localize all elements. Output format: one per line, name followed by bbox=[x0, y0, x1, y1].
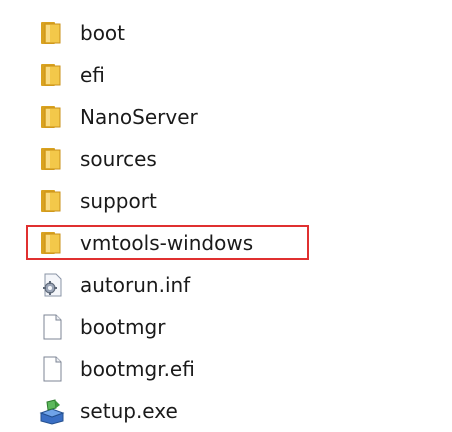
file-name: boot bbox=[80, 21, 126, 45]
file-name: efi bbox=[80, 63, 105, 87]
file-item-autorun-inf[interactable]: autorun.inf bbox=[38, 264, 438, 306]
file-name: autorun.inf bbox=[80, 273, 191, 297]
file-item-nanoserver[interactable]: NanoServer bbox=[38, 96, 438, 138]
file-name: sources bbox=[80, 147, 157, 171]
file-item-bootmgr[interactable]: bootmgr bbox=[38, 306, 438, 348]
folder-icon bbox=[38, 103, 66, 131]
file-name: bootmgr bbox=[80, 315, 166, 339]
setup-exe-icon bbox=[38, 397, 66, 425]
file-item-bootmgr-efi[interactable]: bootmgr.efi bbox=[38, 348, 438, 390]
blank-file-icon bbox=[38, 313, 66, 341]
file-name: NanoServer bbox=[80, 105, 198, 129]
folder-icon bbox=[38, 145, 66, 173]
file-item-boot[interactable]: boot bbox=[38, 12, 438, 54]
file-name: vmtools-windows bbox=[80, 231, 254, 255]
folder-icon bbox=[38, 187, 66, 215]
file-item-support[interactable]: support bbox=[38, 180, 438, 222]
file-item-vmtools-windows[interactable]: vmtools-windows bbox=[26, 222, 438, 264]
folder-icon bbox=[38, 61, 66, 89]
folder-icon bbox=[38, 229, 66, 257]
file-name: bootmgr.efi bbox=[80, 357, 195, 381]
file-name: setup.exe bbox=[80, 399, 178, 423]
blank-file-icon bbox=[38, 355, 66, 383]
folder-icon bbox=[38, 19, 66, 47]
file-list: boot efi NanoServer sources support vmto… bbox=[26, 12, 438, 432]
config-file-icon bbox=[38, 271, 66, 299]
file-name: support bbox=[80, 189, 157, 213]
file-item-setup-exe[interactable]: setup.exe bbox=[38, 390, 438, 432]
file-item-efi[interactable]: efi bbox=[38, 54, 438, 96]
file-item-sources[interactable]: sources bbox=[38, 138, 438, 180]
